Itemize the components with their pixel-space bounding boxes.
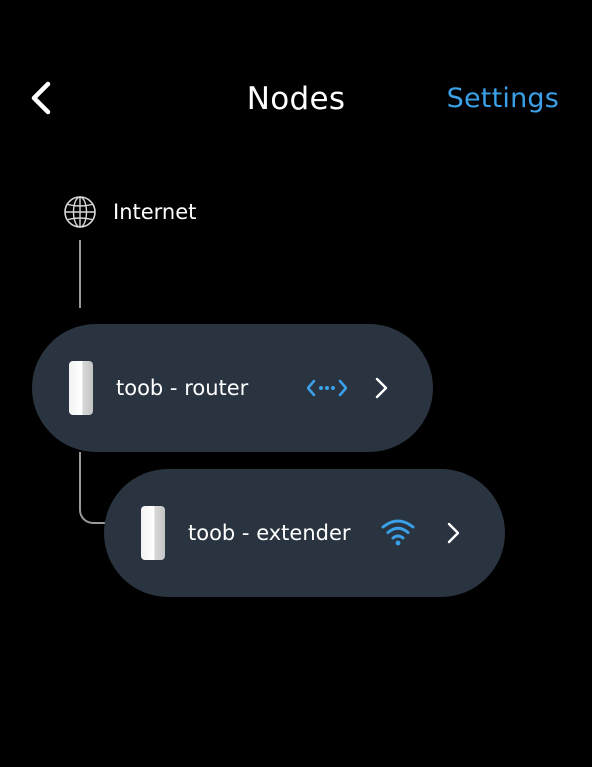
settings-button[interactable]: Settings (447, 80, 559, 118)
internet-row: Internet (62, 194, 196, 230)
node-name: toob - extender (188, 521, 351, 545)
chevron-left-icon (31, 81, 51, 115)
router-extender-connector-line (79, 452, 105, 524)
node-card-router[interactable]: toob - router (32, 324, 433, 452)
nav-header: Nodes Settings (0, 0, 592, 200)
node-card-extender[interactable]: toob - extender (104, 469, 505, 597)
back-button[interactable] (22, 74, 66, 122)
nodes-screen: { "header": { "title": "Nodes", "back_ic… (0, 0, 592, 767)
node-name: toob - router (116, 376, 249, 400)
internet-label: Internet (113, 200, 197, 224)
router-node-icon (69, 361, 93, 415)
wired-connection-icon (307, 379, 347, 397)
extender-node-icon (141, 506, 165, 560)
internet-connector-line (79, 240, 81, 308)
chevron-right-icon[interactable] (444, 521, 462, 545)
wifi-icon (381, 519, 415, 546)
globe-icon (64, 196, 96, 228)
chevron-right-icon[interactable] (372, 376, 390, 400)
